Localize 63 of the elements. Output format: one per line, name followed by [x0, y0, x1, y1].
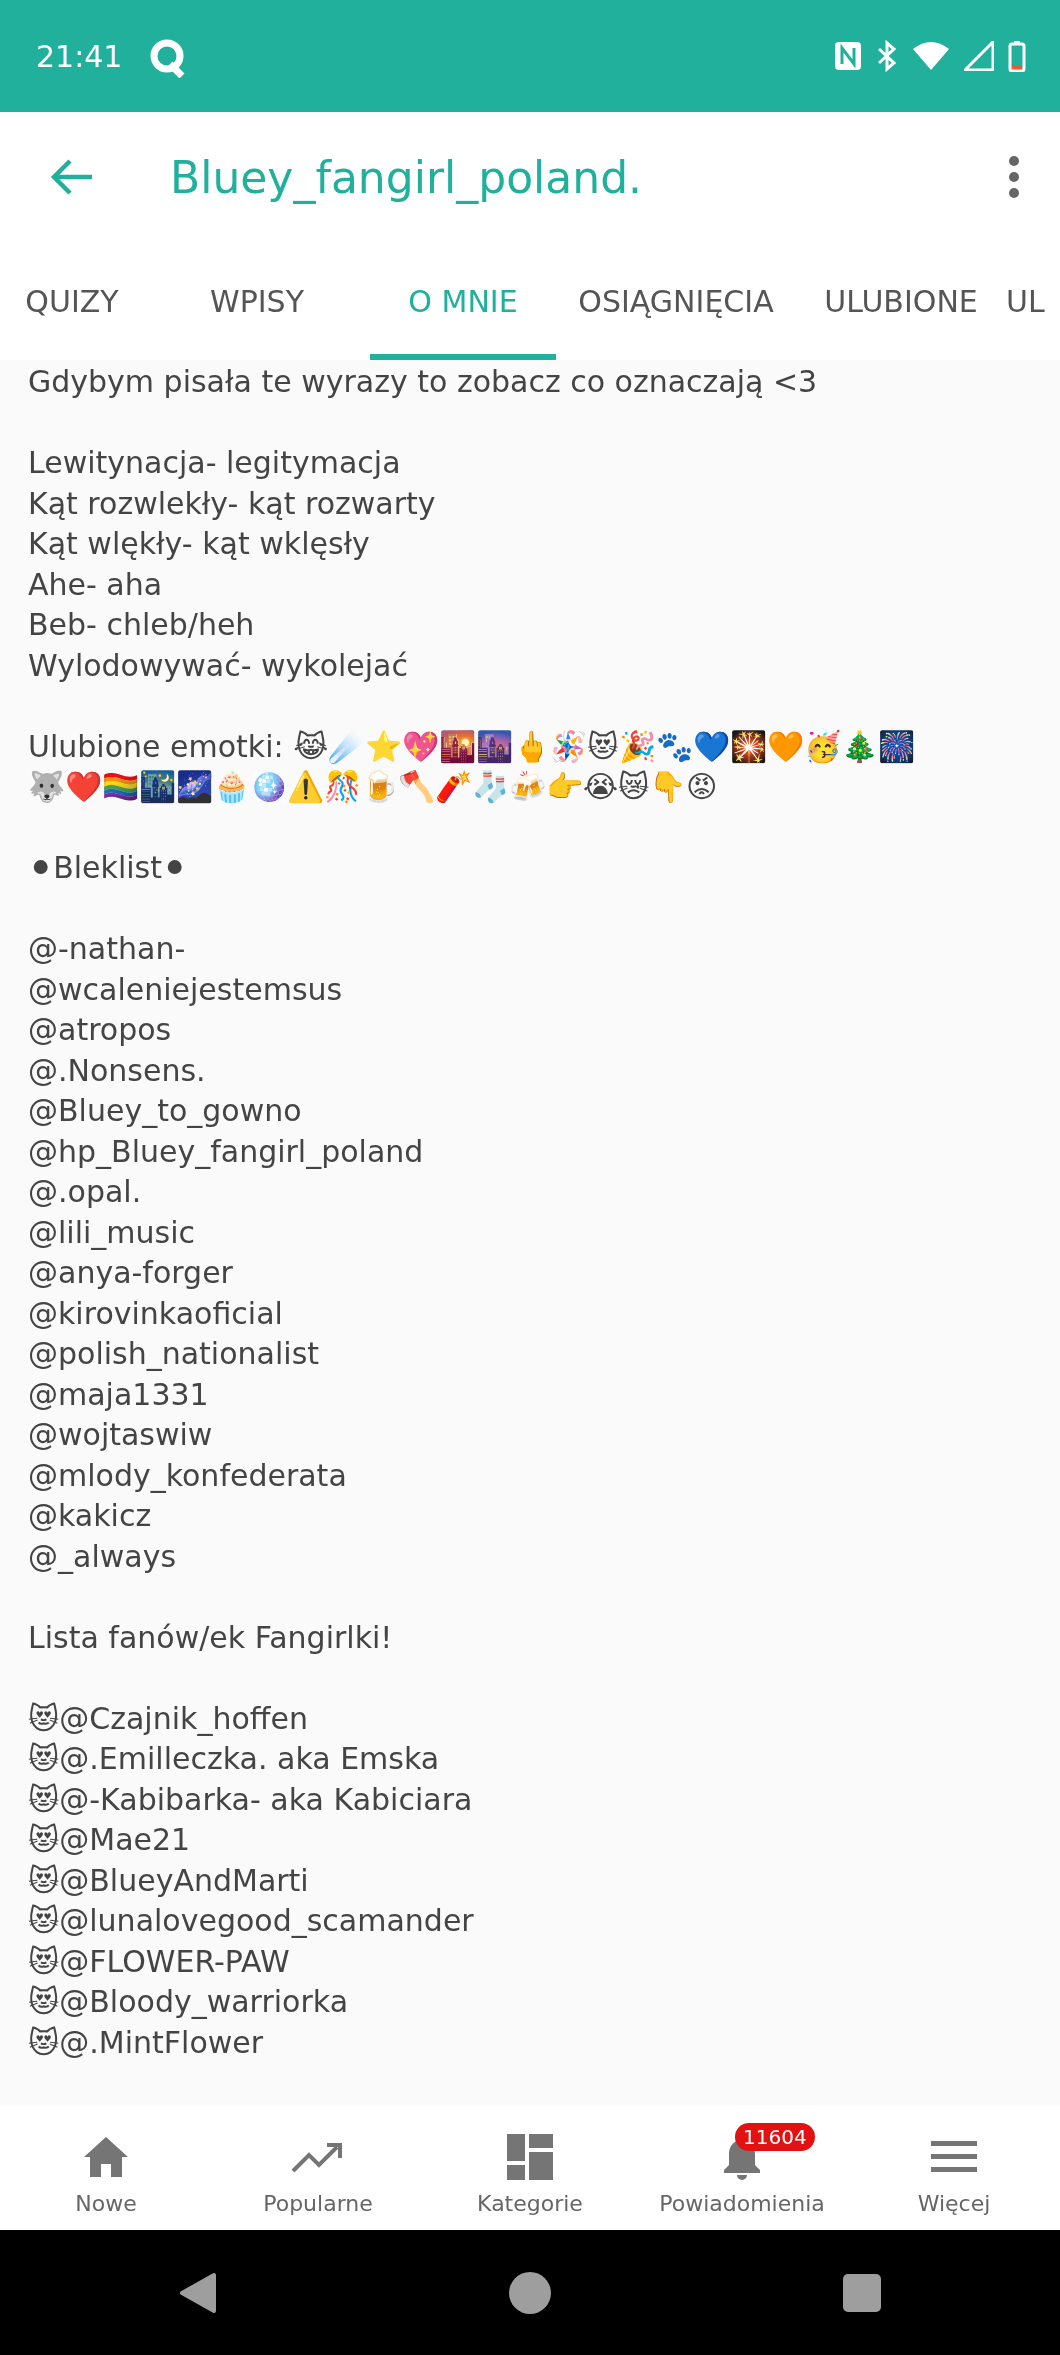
- bluetooth-icon: [876, 40, 898, 72]
- nav-item[interactable]: Nowe: [6, 2119, 206, 2216]
- text-line: Ahe- aha: [28, 565, 164, 604]
- back-icon[interactable]: [178, 2270, 218, 2315]
- text-line: Gdybym pisała te wyrazy to zobacz co oznaczają <3: [28, 363, 819, 401]
- wifi-icon: [912, 41, 950, 71]
- text-line: @Bluey_to_gowno: [28, 1092, 303, 1130]
- text-line: @mlody_konfederata: [28, 1456, 348, 1495]
- home-button-icon[interactable]: [508, 2270, 552, 2315]
- nav-item[interactable]: 11604 Powiadomienia: [642, 2119, 842, 2216]
- profile-title: Bluey_fangirl_poland.: [170, 151, 643, 203]
- text-line: @kakicz: [28, 1497, 153, 1535]
- tab[interactable]: UL: [1006, 242, 1060, 360]
- text-line: @lili_music: [28, 1213, 197, 1252]
- text-line: 😻@Czajnik_hoffen: [28, 1699, 309, 1738]
- back-arrow-icon[interactable]: [50, 157, 94, 197]
- tab[interactable]: OSIĄGNIĘCIA: [556, 242, 796, 360]
- tab[interactable]: WPISY: [144, 242, 370, 360]
- text-line: 😻@Bloody_warriorka: [28, 1983, 349, 2021]
- more-options-icon[interactable]: [1008, 155, 1020, 199]
- text-line: Kąt rozwlekły- kąt rozwarty: [28, 484, 437, 523]
- recents-icon[interactable]: [842, 2272, 882, 2313]
- text-line: @-nathan-: [28, 930, 187, 968]
- home-icon: [83, 2135, 129, 2179]
- tab[interactable]: ULUBIONE: [796, 242, 1006, 360]
- text-line: @wojtaswiw: [28, 1416, 214, 1454]
- text-line: @maja1331: [28, 1375, 210, 1414]
- text-line: 😻@lunalovegood_scamander: [28, 1902, 475, 1940]
- nav-item[interactable]: Kategorie: [430, 2119, 630, 2216]
- text-line: 🐺❤🏳‍🌈🌃🌌🧁🪩⚠🎊🍺🪓🧨🧦🍻👉😭😿👇😡: [28, 768, 719, 806]
- text-line: Beb- chleb/heh: [28, 606, 256, 644]
- text-line: @wcaleniejestemsus: [28, 970, 344, 1009]
- text-line: @atropos: [28, 1011, 173, 1049]
- battery-icon: [1008, 40, 1026, 72]
- text-line: 😻@.Emilleczka. aka Emska: [28, 1740, 441, 1778]
- text-line: @kirovinkaoficial: [28, 1294, 284, 1333]
- clock: 21:41: [36, 38, 123, 74]
- text-line: Kąt wlękły- kąt wklęsły: [28, 525, 371, 563]
- text-line: 😻@Mae21: [28, 1821, 192, 1859]
- text-line: Wylodowywać- wykolejać: [28, 646, 409, 685]
- text-line: 😻@-Kabibarka- aka Kabiciara: [28, 1780, 474, 1819]
- text-line: @anya-forger: [28, 1254, 234, 1292]
- text-line: @_always: [28, 1537, 178, 1576]
- dashboard-icon: [506, 2133, 554, 2181]
- text-line: @hp_Bluey_fangirl_poland: [28, 1132, 425, 1171]
- nav-item[interactable]: Popularne: [218, 2119, 418, 2216]
- trending-icon: [291, 2140, 345, 2174]
- text-line: @.opal.: [28, 1173, 143, 1211]
- text-line: 😻@FLOWER-PAW: [28, 1942, 291, 1981]
- nav-item[interactable]: Więcej: [854, 2119, 1054, 2216]
- text-line: 😻@.MintFlower: [28, 2023, 265, 2062]
- tab[interactable]: QUIZY: [0, 242, 144, 360]
- text-line: @.Nonsens.: [28, 1051, 207, 1090]
- text-line: ⚫Bleklist⚫: [28, 849, 189, 887]
- text-line: Lista fanów/ek Fangirlki!: [28, 1618, 394, 1657]
- text-line: Lewitynacja- legitymacja: [28, 444, 402, 482]
- text-line: Ulubione emotki: 😹☄⭐💖🌇🌆🖕🪅😻🎉🐾💙🎇🧡🥳🎄🎆: [28, 727, 916, 766]
- menu-icon: [931, 2140, 977, 2174]
- signal-icon: [964, 41, 994, 71]
- nfc-icon: [834, 41, 862, 71]
- text-line: @polish_nationalist: [28, 1335, 321, 1373]
- notification-count-badge: 11604: [735, 2123, 815, 2151]
- text-line: 😻@BlueyAndMarti: [28, 1861, 310, 1900]
